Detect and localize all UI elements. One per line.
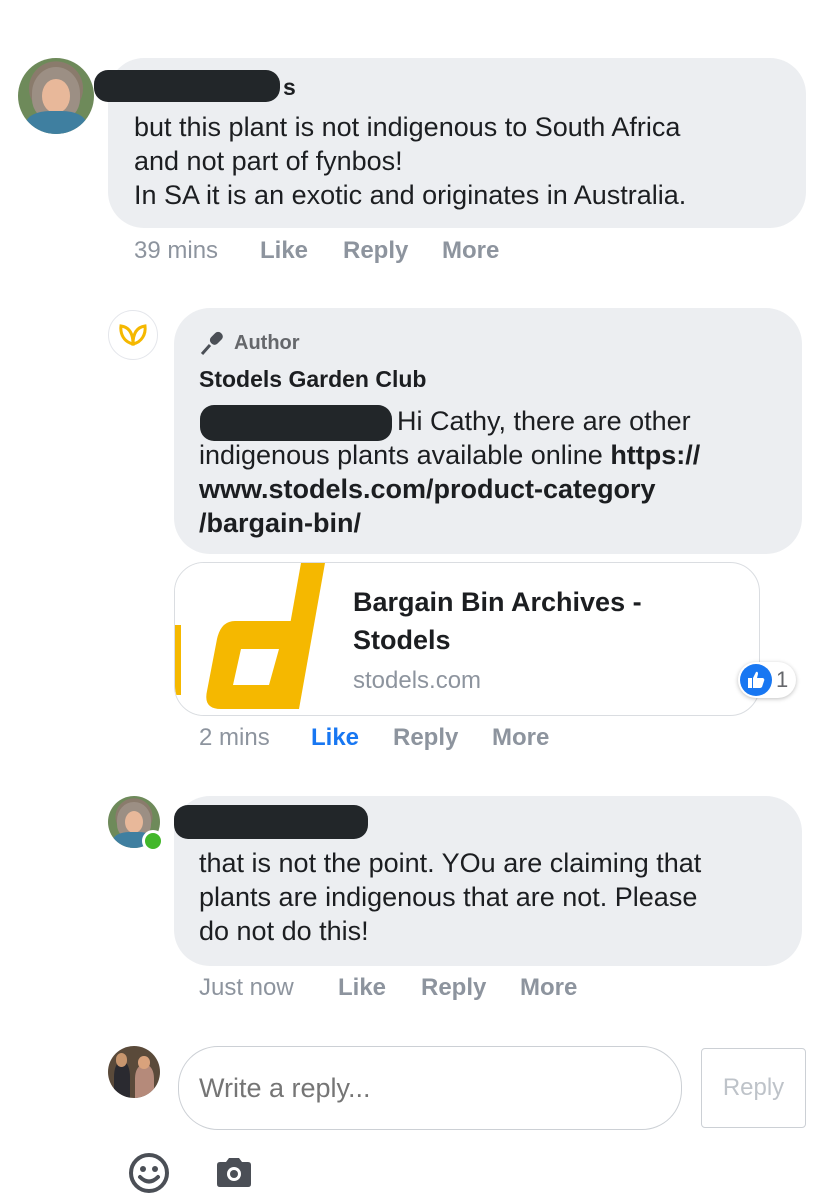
reply-submit-button[interactable]: Reply <box>701 1048 806 1128</box>
comment-text: but this plant is not indigenous to Sout… <box>134 110 794 212</box>
reply-button[interactable]: Reply <box>421 974 520 1002</box>
comment-line: Hi Cathy, there are other <box>397 406 691 436</box>
link-title[interactable]: Bargain Bin Archives - Stodels <box>353 583 642 659</box>
page-avatar[interactable] <box>108 310 158 360</box>
comment-time: 39 mins <box>134 237 219 264</box>
page-name[interactable]: Stodels Garden Club <box>199 366 426 393</box>
url-link[interactable]: https:// <box>610 440 700 470</box>
link-preview-card[interactable]: Bargain Bin Archives - Stodels stodels.c… <box>174 562 760 716</box>
reply-button[interactable]: Reply <box>343 237 442 265</box>
like-button[interactable]: Like <box>338 974 421 1002</box>
commenter-avatar[interactable] <box>18 58 94 134</box>
comment-text: that is not the point. YOu are claiming … <box>199 846 789 948</box>
like-button[interactable]: Like <box>311 724 393 752</box>
comment-line: that is not the point. YOu are claiming … <box>199 848 702 878</box>
comment-actions: 39 mins Like Reply More <box>134 237 499 265</box>
url-link-line[interactable]: www.stodels.com/product-category <box>199 472 789 506</box>
url-link-line[interactable]: /bargain-bin/ <box>199 506 789 540</box>
comment-actions: 2 mins Like Reply More <box>199 724 549 752</box>
commenter-name-suffix[interactable]: s <box>283 74 296 101</box>
reaction-count: 1 <box>776 667 789 692</box>
camera-icon[interactable] <box>214 1156 254 1190</box>
more-button[interactable]: More <box>442 237 499 265</box>
reaction-summary[interactable]: 1 <box>738 662 797 698</box>
comment-line: do not do this! <box>199 916 369 946</box>
comment-line: In SA it is an exotic and originates in … <box>134 180 687 210</box>
redacted-name <box>94 70 280 102</box>
thumbs-up-icon <box>740 664 772 696</box>
microphone-icon <box>200 331 223 355</box>
comment-line: indigenous plants available online https… <box>199 440 701 470</box>
reply-button[interactable]: Reply <box>393 724 492 752</box>
comment-line: and not part of fynbos! <box>134 146 403 176</box>
smiley-icon[interactable] <box>128 1152 170 1194</box>
like-button[interactable]: Like <box>260 237 343 265</box>
comment-line: plants are indigenous that are not. Plea… <box>199 882 698 912</box>
reply-input[interactable] <box>178 1046 682 1130</box>
more-button[interactable]: More <box>492 724 549 752</box>
link-preview-image <box>175 563 329 715</box>
comment-line: but this plant is not indigenous to Sout… <box>134 112 681 142</box>
leaf-logo-icon <box>119 324 147 346</box>
online-status-indicator <box>142 830 164 852</box>
author-badge: Author <box>198 330 300 356</box>
redacted-name <box>174 805 368 839</box>
author-badge-label: Author <box>234 331 300 354</box>
current-user-avatar[interactable] <box>108 1046 160 1098</box>
comment-actions: Just now Like Reply More <box>199 974 577 1002</box>
comment-text: Hi Cathy, there are other indigenous pla… <box>199 404 789 540</box>
link-domain: stodels.com <box>353 667 482 694</box>
comment-time: Just now <box>199 974 294 1001</box>
more-button[interactable]: More <box>520 974 577 1002</box>
comment-time: 2 mins <box>199 724 270 751</box>
